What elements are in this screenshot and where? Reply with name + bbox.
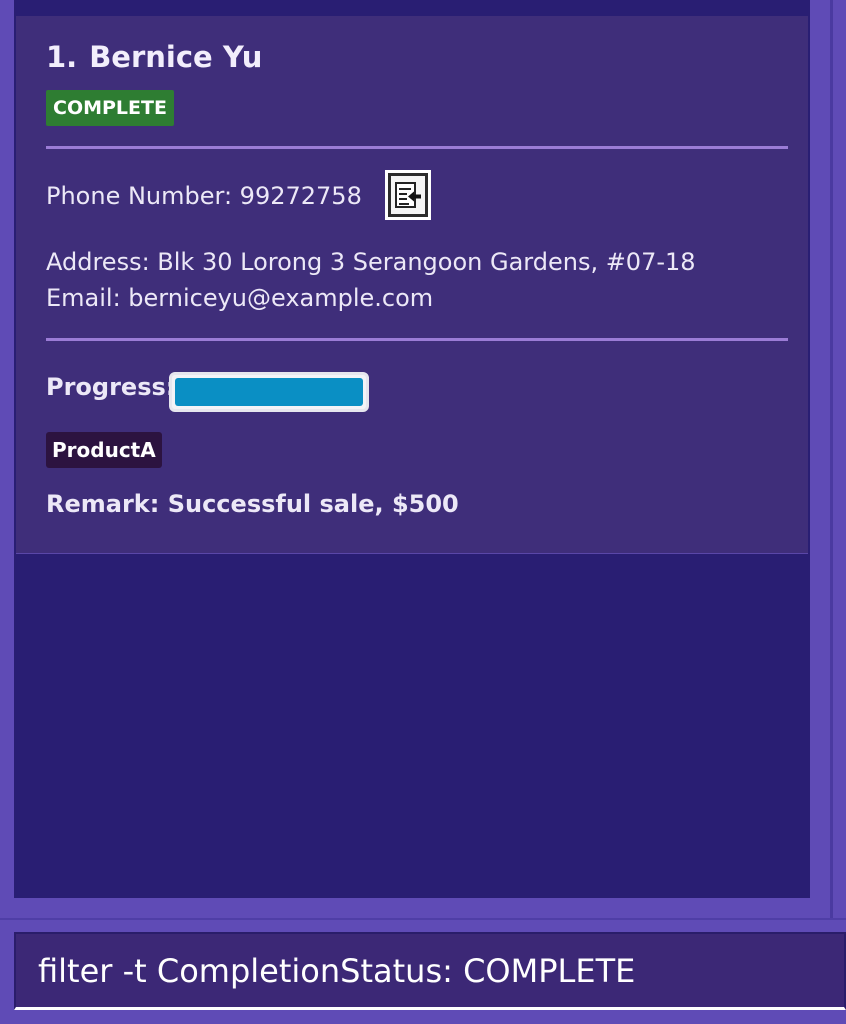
- person-name-row: 1. Bernice Yu: [46, 40, 262, 74]
- command-box[interactable]: [14, 932, 846, 1010]
- divider: [46, 338, 788, 341]
- person-card[interactable]: 1. Bernice Yu COMPLETE Phone Number: 9927…: [16, 16, 808, 554]
- remark: Remark: Successful sale, $500: [46, 490, 459, 518]
- copy-to-clipboard-icon: [391, 176, 425, 214]
- copy-phone-button[interactable]: [385, 170, 431, 220]
- person-index: 1.: [46, 40, 78, 74]
- status-badge: COMPLETE: [46, 90, 174, 126]
- divider: [46, 146, 788, 149]
- progress-bar: [169, 372, 369, 412]
- command-input[interactable]: [38, 934, 838, 1008]
- progress-label: Progress:: [46, 373, 176, 401]
- window-border: [830, 0, 833, 918]
- address: Address: Blk 30 Lorong 3 Serangoon Garde…: [46, 248, 696, 276]
- divider: [0, 918, 846, 920]
- progress-bar-fill: [175, 378, 363, 406]
- email: Email: berniceyu@example.com: [46, 284, 434, 312]
- phone-number: Phone Number: 99272758: [46, 182, 362, 210]
- person-name: Bernice Yu: [89, 40, 263, 74]
- tag-producta: ProductA: [46, 432, 162, 468]
